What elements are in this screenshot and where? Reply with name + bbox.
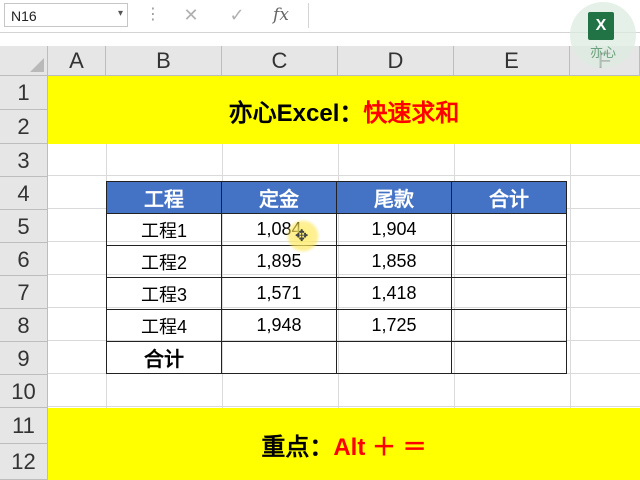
table-cell[interactable]: 工程2 bbox=[106, 245, 222, 278]
table-cell[interactable]: 工程1 bbox=[106, 213, 222, 246]
column-header-c[interactable]: C bbox=[222, 46, 338, 76]
title-prefix: 亦心Excel： bbox=[228, 99, 364, 127]
table-cell[interactable] bbox=[451, 309, 567, 342]
chevron-down-icon[interactable]: ▾ bbox=[118, 8, 123, 19]
row-header-7[interactable]: 7 bbox=[0, 276, 48, 309]
table-row: 工程4 1,948 1,725 bbox=[106, 309, 567, 342]
header-cell[interactable]: 合计 bbox=[451, 181, 567, 214]
logo-text: 亦心 bbox=[589, 45, 616, 60]
header-cell[interactable]: 定金 bbox=[221, 181, 337, 214]
row-header-6[interactable]: 6 bbox=[0, 243, 48, 276]
key-banner[interactable]: 重点： Alt ＋ ＝ bbox=[48, 408, 640, 480]
select-all-button[interactable] bbox=[0, 46, 48, 76]
total-row: 合计 bbox=[106, 341, 567, 374]
row-header-9[interactable]: 9 bbox=[0, 342, 48, 375]
table-cell[interactable]: 1,725 bbox=[336, 309, 452, 342]
table-cell[interactable]: 1,571 bbox=[221, 277, 337, 310]
title-banner[interactable]: 亦心Excel： 快速求和 bbox=[48, 76, 640, 144]
row-header-8[interactable]: 8 bbox=[0, 309, 48, 342]
name-box-value: N16 bbox=[11, 8, 37, 24]
total-label-cell[interactable]: 合计 bbox=[106, 341, 222, 374]
table-cell[interactable] bbox=[221, 341, 337, 374]
row-header-2[interactable]: 2 bbox=[0, 110, 48, 144]
close-icon[interactable]: ✕ bbox=[176, 4, 206, 26]
header-cell[interactable]: 工程 bbox=[106, 181, 222, 214]
title-highlight: 快速求和 bbox=[363, 99, 460, 127]
data-table: 工程 定金 尾款 合计 工程1 1,084 1,904 工程2 1,895 1,… bbox=[106, 181, 567, 374]
row-header-3[interactable]: 3 bbox=[0, 144, 48, 177]
formula-bar: N16 ▾ ⋮ ✕ ✓ fx bbox=[0, 0, 640, 33]
header-cell[interactable]: 尾款 bbox=[336, 181, 452, 214]
excel-logo: X 亦心 bbox=[570, 2, 636, 68]
table-row: 工程2 1,895 1,858 bbox=[106, 245, 567, 278]
row-header-1[interactable]: 1 bbox=[0, 76, 48, 110]
table-cell[interactable]: 1,948 bbox=[221, 309, 337, 342]
row-header-5[interactable]: 5 bbox=[0, 210, 48, 243]
table-cell[interactable]: 1,418 bbox=[336, 277, 452, 310]
check-icon[interactable]: ✓ bbox=[222, 4, 252, 26]
key-shortcut: Alt ＋ ＝ bbox=[333, 433, 427, 461]
table-cell[interactable]: 1,858 bbox=[336, 245, 452, 278]
column-header-a[interactable]: A bbox=[48, 46, 106, 76]
column-header-b[interactable]: B bbox=[106, 46, 222, 76]
table-cell[interactable] bbox=[451, 341, 567, 374]
table-cell[interactable] bbox=[451, 245, 567, 278]
move-cursor-icon: ✥ bbox=[286, 219, 320, 253]
table-cell[interactable]: 1,904 bbox=[336, 213, 452, 246]
table-cell[interactable] bbox=[451, 213, 567, 246]
table-cell[interactable]: 工程4 bbox=[106, 309, 222, 342]
table-cell[interactable] bbox=[336, 341, 452, 374]
table-row: 工程1 1,084 1,904 bbox=[106, 213, 567, 246]
table-row: 工程3 1,571 1,418 bbox=[106, 277, 567, 310]
table-cell[interactable]: 工程3 bbox=[106, 277, 222, 310]
name-box[interactable]: N16 ▾ bbox=[4, 3, 128, 27]
column-header-d[interactable]: D bbox=[338, 46, 454, 76]
column-header-e[interactable]: E bbox=[454, 46, 570, 76]
row-header-4[interactable]: 4 bbox=[0, 177, 48, 210]
insert-function-icon[interactable]: fx bbox=[266, 4, 296, 26]
row-header-12[interactable]: 12 bbox=[0, 444, 48, 480]
table-cell[interactable]: 1,895 bbox=[221, 245, 337, 278]
row-header-11[interactable]: 11 bbox=[0, 408, 48, 444]
key-prefix: 重点： bbox=[261, 433, 334, 461]
drag-handle-icon[interactable]: ⋮ bbox=[145, 6, 161, 24]
table-header-row: 工程 定金 尾款 合计 bbox=[106, 181, 567, 214]
row-header-10[interactable]: 10 bbox=[0, 375, 48, 408]
table-cell[interactable] bbox=[451, 277, 567, 310]
excel-icon: X bbox=[588, 12, 614, 40]
